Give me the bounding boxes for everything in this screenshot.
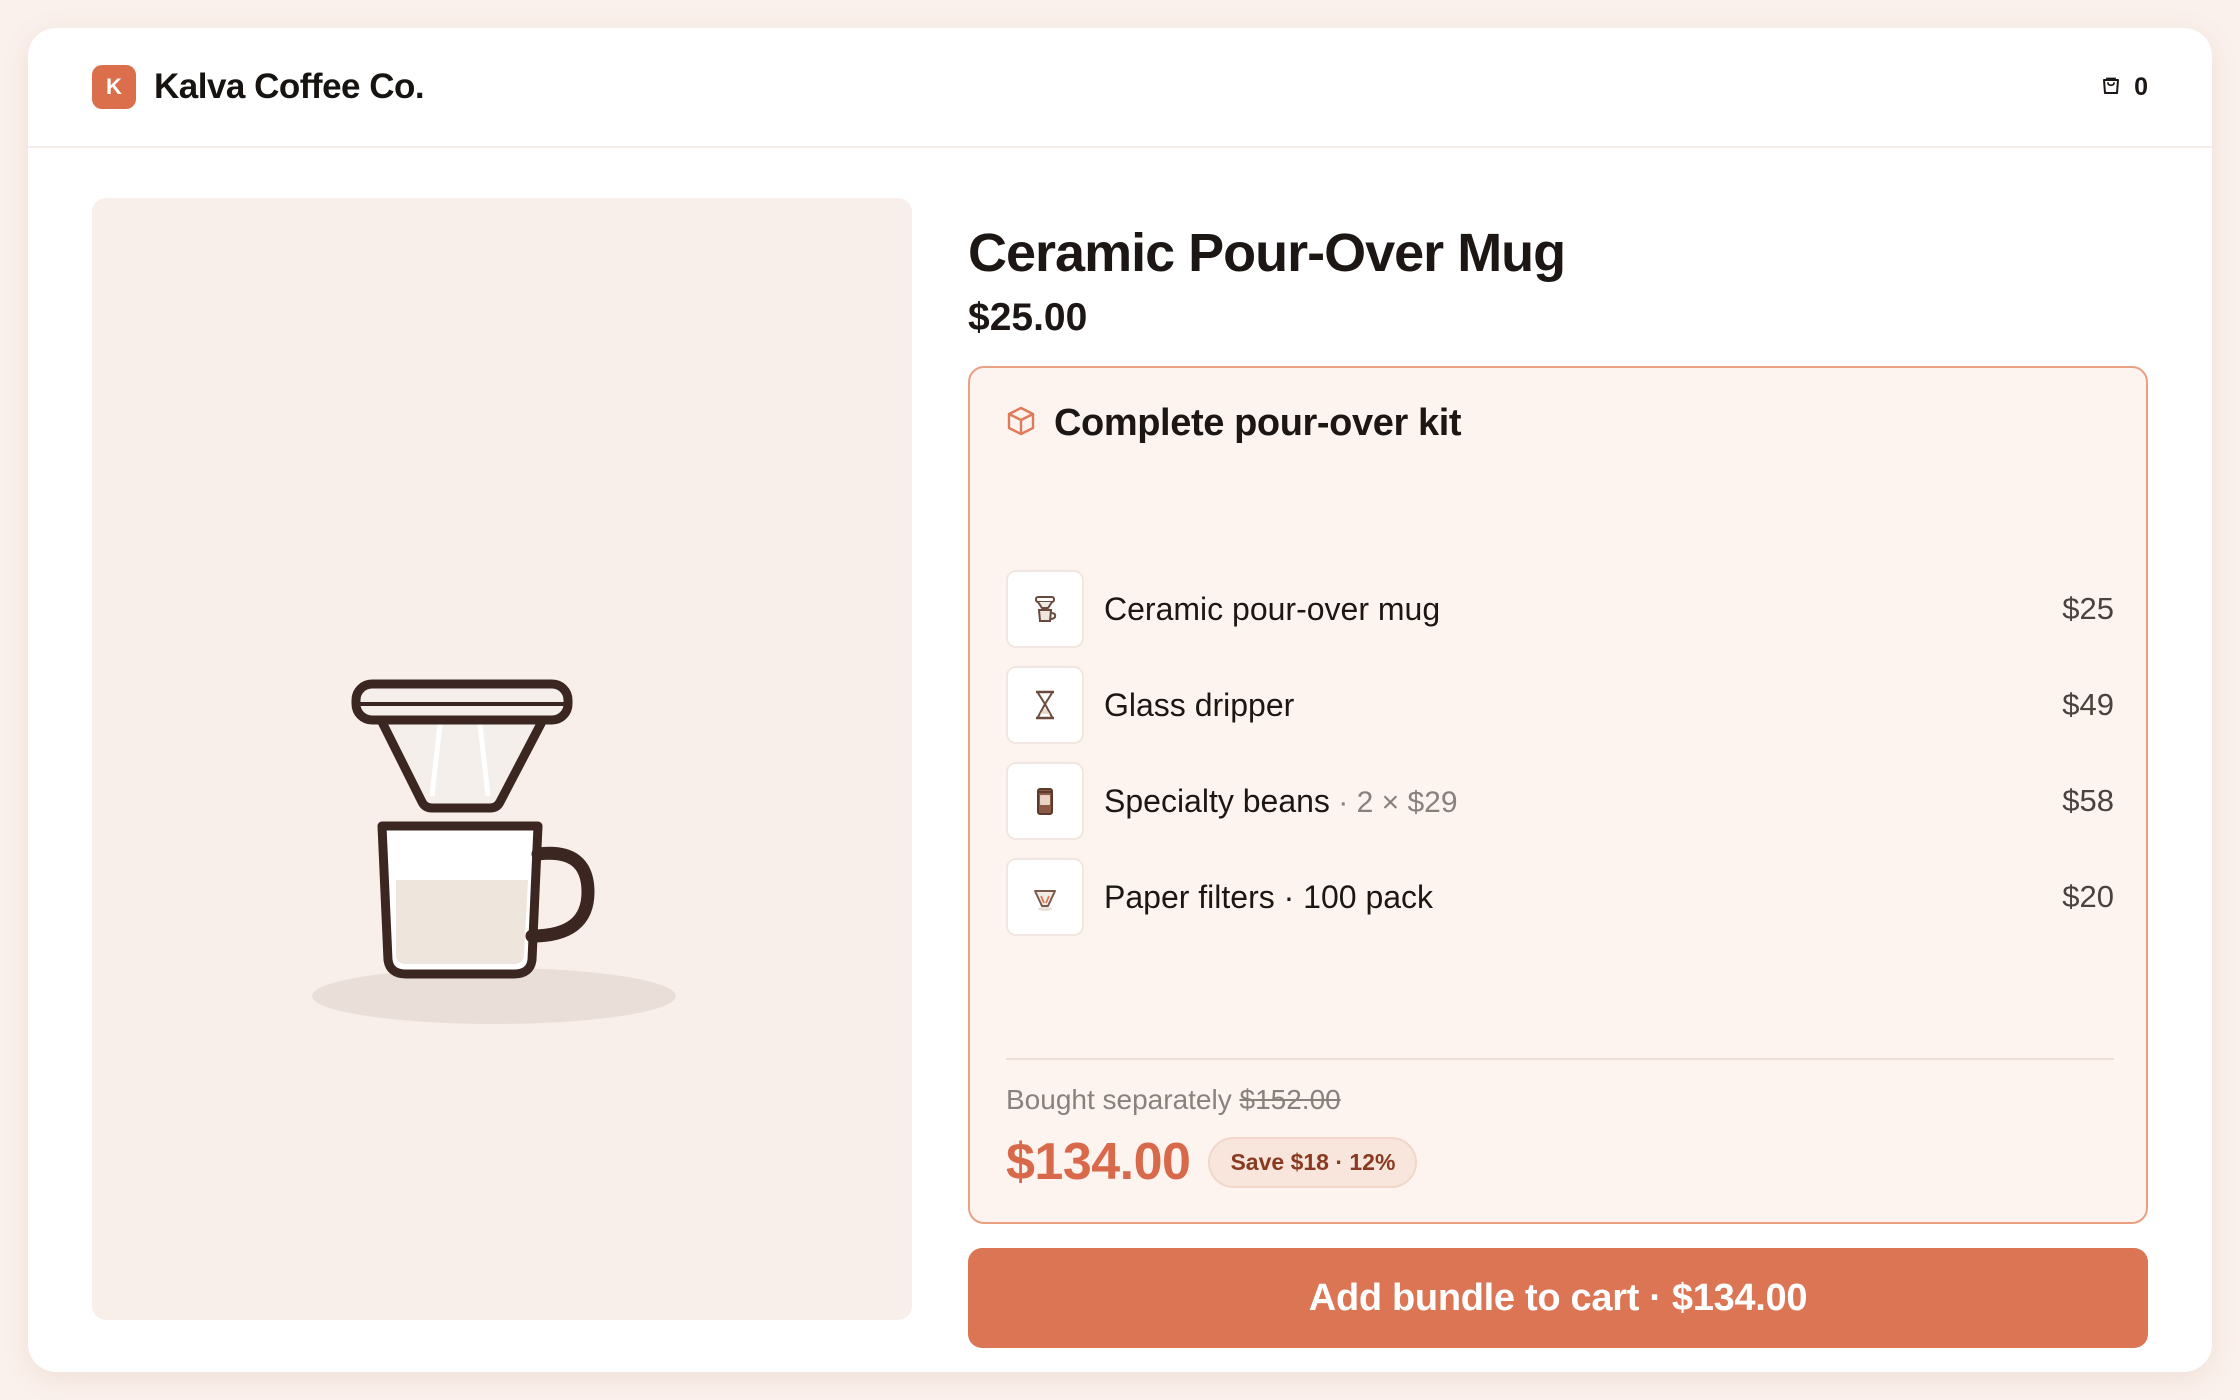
logo-icon[interactable]: K	[92, 65, 136, 109]
glass-dripper-icon	[1006, 666, 1084, 744]
cart-button[interactable]: 0	[2100, 73, 2148, 102]
bundle-item-price: $58	[2062, 783, 2114, 818]
product-price: $25.00	[968, 296, 1088, 339]
bundle-item-price: $20	[2062, 879, 2114, 914]
bundle-price-row: $134.00 Save $18 · 12%	[1006, 1132, 1418, 1192]
bundle-title: Complete pour-over kit	[1054, 402, 1462, 444]
pour-over-mug-icon	[1006, 570, 1084, 648]
product-image	[92, 198, 912, 1320]
bundle-price: $134.00	[1006, 1133, 1191, 1191]
divider	[1006, 1058, 2114, 1060]
bundle-item-name: Specialty beans · 2 × $29	[1104, 782, 1458, 819]
savings-badge: Save $18 · 12%	[1208, 1136, 1418, 1188]
bundle-item-price: $49	[2062, 687, 2114, 722]
separate-price-note: Bought separately $152.00	[1006, 1084, 1341, 1115]
bundle-card: Complete pour-over kit Ceramic pour-over…	[968, 366, 2148, 1224]
bundle-item-name: Glass dripper	[1104, 686, 1295, 723]
bundle-item-list: Ceramic pour-over mug $25 Glass dripper …	[1006, 570, 2114, 954]
add-bundle-to-cart-button[interactable]: Add bundle to cart · $134.00	[968, 1248, 2148, 1348]
site-header: K Kalva Coffee Co. 0	[28, 28, 2212, 148]
product-details: Ceramic Pour-Over Mug $25.00 Complete po…	[968, 198, 2148, 1348]
bundle-item: Specialty beans · 2 × $29 $58	[1006, 762, 2114, 840]
original-price: $152.00	[1239, 1084, 1341, 1115]
bundle-item-price: $25	[2062, 591, 2114, 626]
brand-name[interactable]: Kalva Coffee Co.	[154, 67, 425, 107]
box-icon	[1006, 405, 1036, 442]
bundle-item: Paper filters · 100 pack $20	[1006, 858, 2114, 936]
shopping-bag-icon	[2100, 74, 2122, 101]
coffee-bag-icon	[1006, 762, 1084, 840]
app-window: K Kalva Coffee Co. 0 Ceramic Pour-Over M…	[28, 28, 2212, 1372]
pour-over-illustration	[312, 679, 676, 1024]
bundle-item-name: Paper filters · 100 pack	[1104, 878, 1434, 915]
bundle-item: Ceramic pour-over mug $25	[1006, 570, 2114, 648]
paper-filter-icon	[1006, 858, 1084, 936]
bundle-header: Complete pour-over kit	[1006, 402, 1462, 445]
bundle-item: Glass dripper $49	[1006, 666, 2114, 744]
product-title: Ceramic Pour-Over Mug	[968, 223, 1566, 283]
cart-count: 0	[2134, 72, 2148, 101]
bundle-item-name: Ceramic pour-over mug	[1104, 590, 1441, 627]
